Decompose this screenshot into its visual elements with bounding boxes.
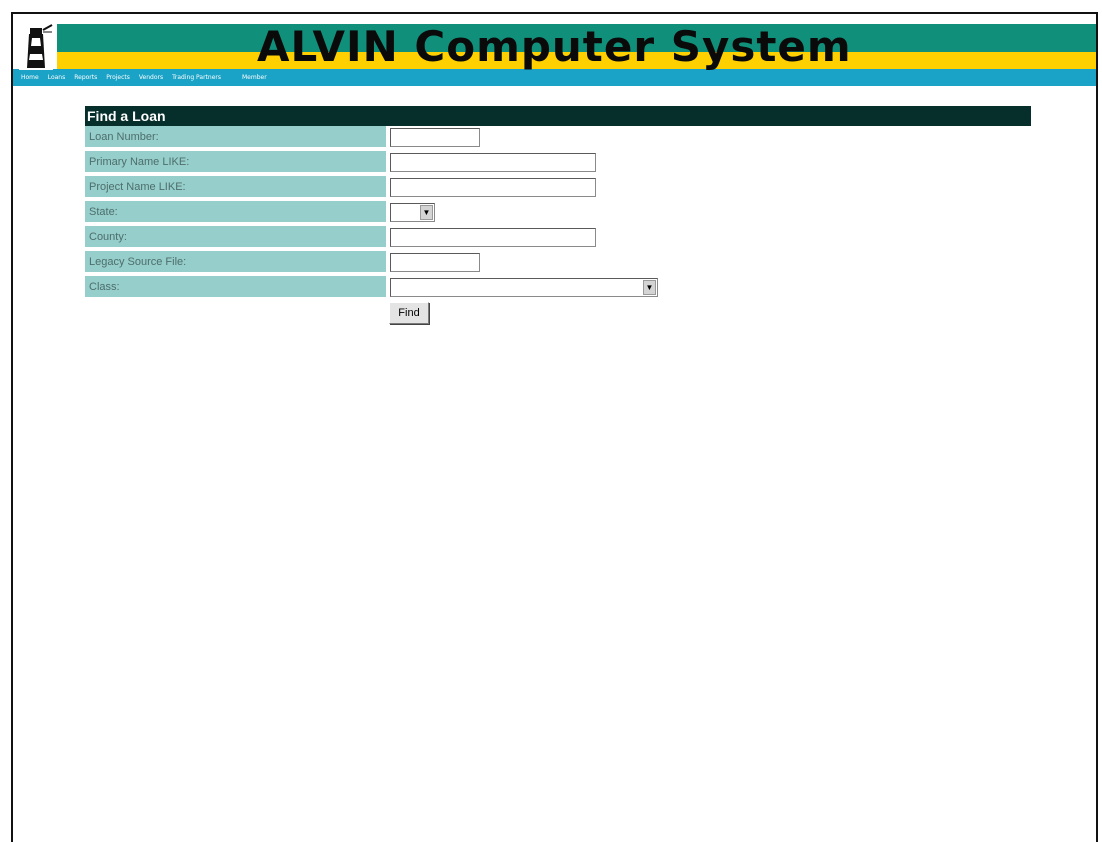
form-row-county: County: (85, 226, 1031, 249)
project-name-label: Project Name LIKE: (85, 176, 386, 199)
nav-item-projects[interactable]: Projects (106, 74, 130, 81)
nav-item-home[interactable]: Home (21, 74, 39, 81)
header-banner: ALVIN Computer System Home Loans Reports… (13, 22, 1096, 88)
state-label: State: (85, 201, 386, 224)
form-title: Find a Loan (85, 106, 1031, 126)
primary-name-label: Primary Name LIKE: (85, 151, 386, 174)
nav-item-loans[interactable]: Loans (48, 74, 66, 81)
nav-item-member[interactable]: Member (242, 74, 267, 81)
find-button[interactable]: Find (389, 302, 429, 324)
legacy-source-file-input[interactable] (390, 253, 480, 272)
browser-page: ALVIN Computer System Home Loans Reports… (11, 12, 1098, 842)
class-select[interactable]: ▼ (390, 278, 658, 297)
form-row-legacy-source-file: Legacy Source File: (85, 251, 1031, 274)
form-row-project-name: Project Name LIKE: (85, 176, 1031, 199)
loan-number-input[interactable] (390, 128, 480, 147)
top-nav: Home Loans Reports Projects Vendors Trad… (21, 71, 276, 84)
primary-name-input[interactable] (390, 153, 596, 172)
nav-item-vendors[interactable]: Vendors (139, 74, 163, 81)
form-row-class: Class: ▼ (85, 276, 1031, 299)
project-name-input[interactable] (390, 178, 596, 197)
legacy-source-file-label: Legacy Source File: (85, 251, 386, 274)
county-label: County: (85, 226, 386, 249)
lighthouse-logo-icon (19, 24, 53, 70)
app-title: ALVIN Computer System (257, 22, 852, 71)
nav-item-reports[interactable]: Reports (74, 74, 97, 81)
form-row-loan-number: Loan Number: (85, 126, 1031, 149)
loan-number-label: Loan Number: (85, 126, 386, 149)
form-row-state: State: ▼ (85, 201, 1031, 224)
nav-item-trading-partners[interactable]: Trading Partners (172, 74, 221, 81)
form-row-primary-name: Primary Name LIKE: (85, 151, 1031, 174)
chevron-down-icon[interactable]: ▼ (420, 205, 433, 220)
class-label: Class: (85, 276, 386, 299)
county-input[interactable] (390, 228, 596, 247)
chevron-down-icon[interactable]: ▼ (643, 280, 656, 295)
state-select[interactable]: ▼ (390, 203, 435, 222)
